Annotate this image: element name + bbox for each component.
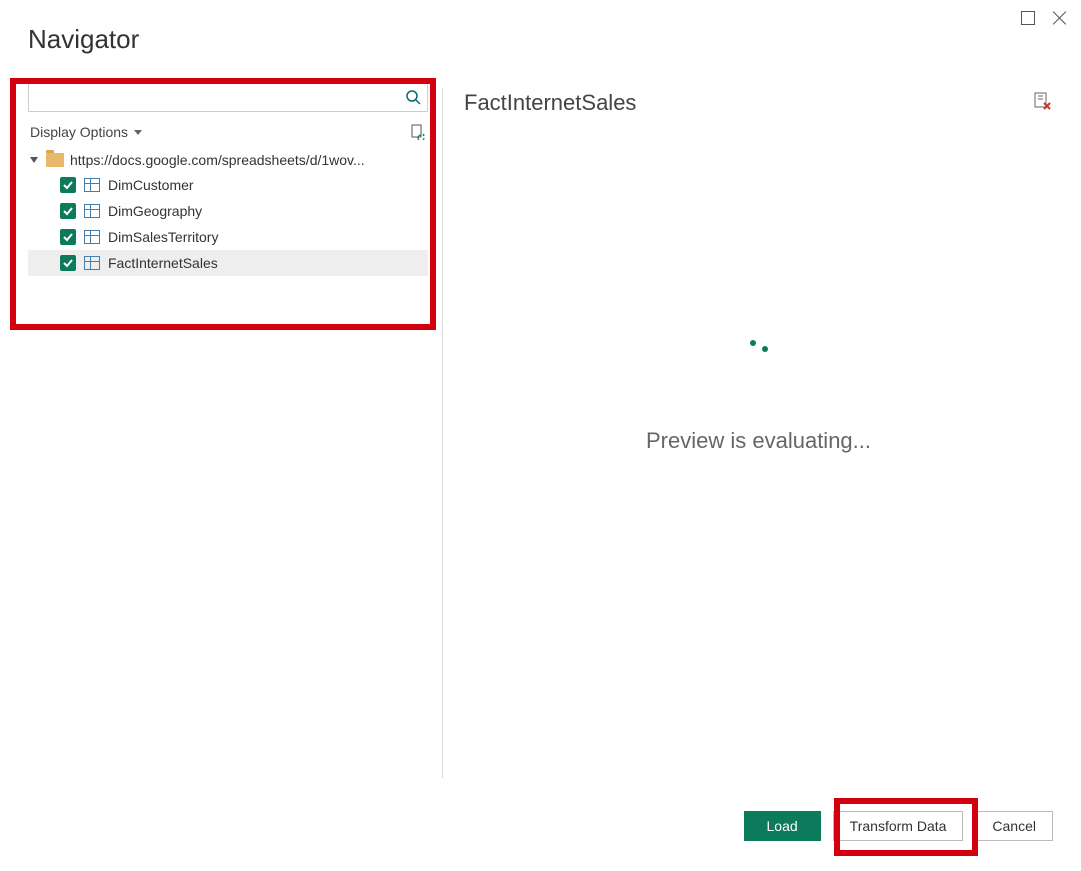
display-options-label: Display Options <box>30 124 128 140</box>
checkbox-checked-icon[interactable] <box>60 229 76 245</box>
transform-data-button[interactable]: Transform Data <box>833 811 964 841</box>
tree-root-label: https://docs.google.com/spreadsheets/d/1… <box>70 152 365 168</box>
dialog-footer: Load Transform Data Cancel <box>744 811 1053 841</box>
close-icon[interactable] <box>1053 11 1067 25</box>
navigator-panel: Display Options https://docs.google.com/… <box>28 82 428 276</box>
table-icon <box>84 204 100 218</box>
folder-icon <box>46 153 64 167</box>
tree-item-dimsalesterritory[interactable]: DimSalesTerritory <box>28 224 428 250</box>
checkbox-checked-icon[interactable] <box>60 177 76 193</box>
page-title: Navigator <box>28 24 139 55</box>
clear-preview-icon[interactable] <box>1033 92 1051 110</box>
search-box[interactable] <box>28 82 428 112</box>
display-options-button[interactable]: Display Options <box>30 124 142 140</box>
checkbox-checked-icon[interactable] <box>60 255 76 271</box>
vertical-divider <box>442 88 443 778</box>
preview-body: Preview is evaluating... <box>464 130 1053 781</box>
refresh-icon[interactable] <box>410 124 426 140</box>
search-input[interactable] <box>35 89 405 105</box>
tree-item-dimcustomer[interactable]: DimCustomer <box>28 172 428 198</box>
table-icon <box>84 256 100 270</box>
table-icon <box>84 178 100 192</box>
table-icon <box>84 230 100 244</box>
tree-item-label: FactInternetSales <box>108 255 218 271</box>
tree-item-label: DimGeography <box>108 203 202 219</box>
source-tree: https://docs.google.com/spreadsheets/d/1… <box>28 148 428 276</box>
tree-item-factinternetsales[interactable]: FactInternetSales <box>28 250 428 276</box>
checkbox-checked-icon[interactable] <box>60 203 76 219</box>
preview-title: FactInternetSales <box>464 90 636 116</box>
cancel-button[interactable]: Cancel <box>975 811 1053 841</box>
search-icon[interactable] <box>405 89 421 105</box>
tree-item-dimgeography[interactable]: DimGeography <box>28 198 428 224</box>
loading-spinner-icon <box>744 338 774 368</box>
chevron-down-icon <box>134 130 142 135</box>
tree-item-label: DimSalesTerritory <box>108 229 218 245</box>
expand-caret-icon[interactable] <box>30 157 38 163</box>
maximize-icon[interactable] <box>1021 11 1035 25</box>
load-button[interactable]: Load <box>744 811 821 841</box>
tree-item-label: DimCustomer <box>108 177 194 193</box>
tree-root[interactable]: https://docs.google.com/spreadsheets/d/1… <box>28 148 428 172</box>
preview-status: Preview is evaluating... <box>646 428 871 454</box>
